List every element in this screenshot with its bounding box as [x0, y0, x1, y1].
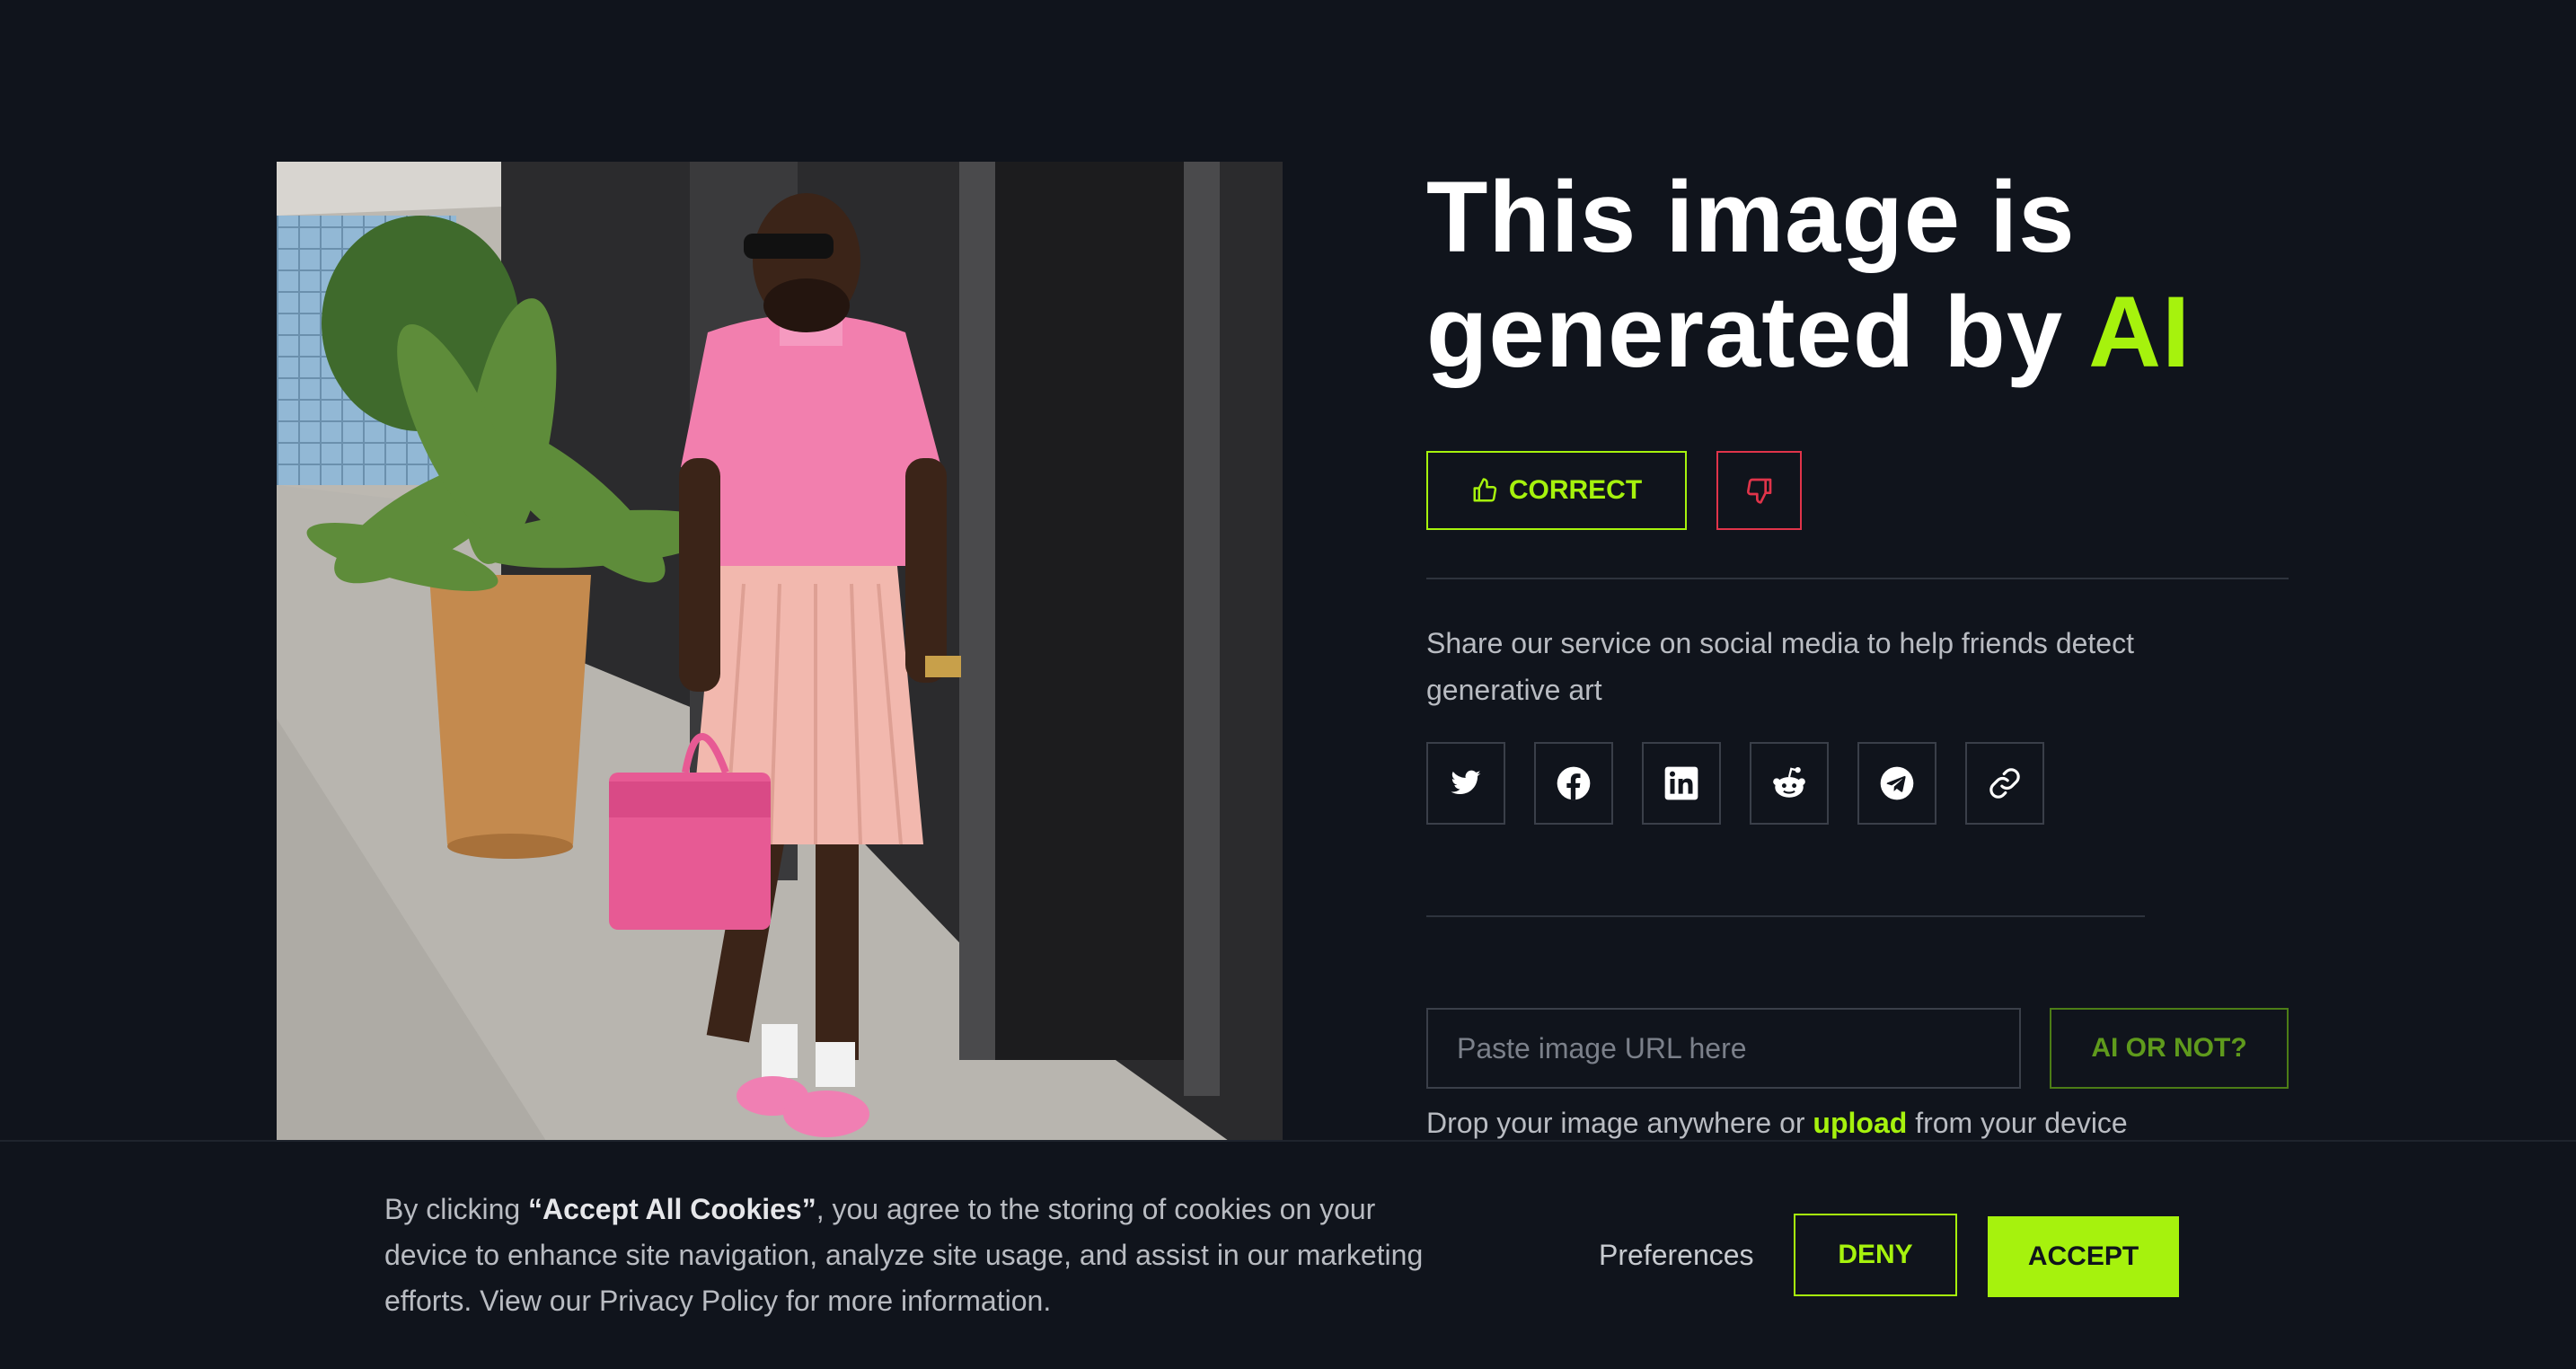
cookie-accept-button[interactable]: ACCEPT	[1988, 1216, 2179, 1297]
correct-button-label: CORRECT	[1508, 475, 1643, 505]
analyzed-image-illustration	[277, 162, 1283, 1141]
ai-or-not-button[interactable]: AI OR NOT?	[2050, 1008, 2289, 1089]
copy-link-button[interactable]	[1965, 742, 2044, 825]
share-facebook-button[interactable]	[1534, 742, 1613, 825]
section-divider	[1426, 915, 2145, 917]
drop-text-prefix: Drop your image anywhere or	[1426, 1107, 1805, 1139]
feedback-row: CORRECT	[1426, 451, 1802, 530]
link-icon	[1989, 768, 2020, 799]
result-headline-accent: AI	[2088, 276, 2192, 388]
thumbs-down-icon	[1746, 478, 1771, 504]
drop-instructions: Drop your image anywhere or upload from …	[1426, 1107, 2128, 1140]
cookie-preferences-link[interactable]: Preferences	[1599, 1239, 1754, 1272]
image-url-input[interactable]	[1426, 1008, 2021, 1089]
share-description: Share our service on social media to hel…	[1426, 627, 2134, 706]
correct-button[interactable]: CORRECT	[1426, 451, 1687, 530]
share-linkedin-button[interactable]	[1642, 742, 1721, 825]
cookie-text-prefix: By clicking	[384, 1193, 521, 1225]
result-headline: This image is generated by AI	[1426, 160, 2414, 390]
analyzed-image	[277, 162, 1283, 1141]
twitter-icon	[1451, 770, 1481, 795]
share-reddit-button[interactable]	[1750, 742, 1829, 825]
telegram-icon	[1880, 766, 1914, 800]
incorrect-button[interactable]	[1716, 451, 1802, 530]
thumbs-up-icon	[1473, 478, 1496, 502]
facebook-icon	[1557, 766, 1591, 800]
share-twitter-button[interactable]	[1426, 742, 1505, 825]
cookie-text-bold: “Accept All Cookies”	[528, 1193, 816, 1225]
cookie-message: By clicking “Accept All Cookies”, you ag…	[384, 1187, 1462, 1324]
share-buttons	[1426, 742, 2044, 825]
section-divider	[1426, 578, 2289, 579]
cookie-banner: By clicking “Accept All Cookies”, you ag…	[0, 1140, 2576, 1369]
linkedin-icon	[1664, 766, 1698, 800]
upload-link[interactable]: upload	[1813, 1107, 1907, 1139]
drop-text-suffix: from your device	[1915, 1107, 2128, 1139]
result-headline-text: This image is generated by	[1426, 161, 2076, 388]
share-telegram-button[interactable]	[1857, 742, 1936, 825]
cookie-deny-button[interactable]: DENY	[1794, 1214, 1957, 1296]
reddit-icon	[1773, 766, 1805, 798]
